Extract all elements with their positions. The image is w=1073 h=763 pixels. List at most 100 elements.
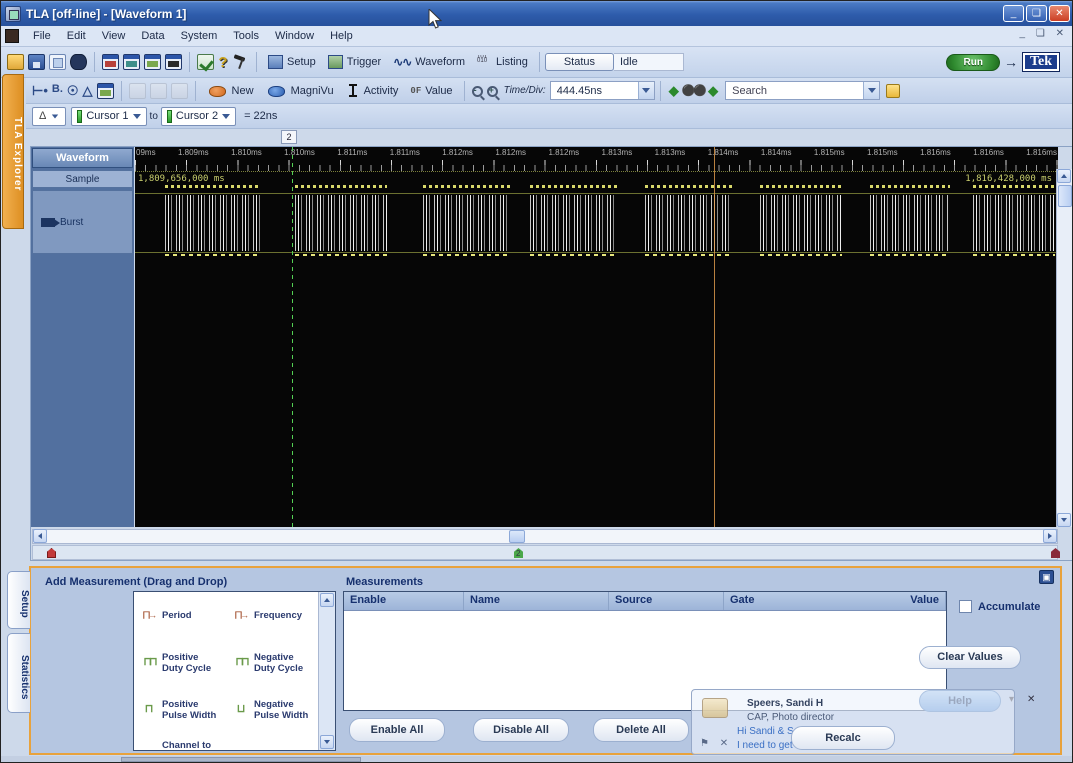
table-column-header[interactable]: Value (904, 592, 946, 610)
bulk-action-button[interactable]: Disable All (473, 718, 569, 742)
waveform-horizontal-scrollbar[interactable] (32, 529, 1058, 544)
panel-collapse-button[interactable]: ▣ (1039, 570, 1054, 584)
paste-icon[interactable] (171, 83, 188, 99)
view-icon[interactable] (70, 54, 87, 70)
end-marker-darkred[interactable] (1051, 548, 1060, 558)
cursor2-dropdown[interactable]: Cursor 2 (161, 107, 236, 126)
panel-drag-bar[interactable] (121, 757, 361, 762)
clear-values-button[interactable]: Clear Values (919, 646, 1021, 669)
scroll-left-button[interactable] (33, 529, 47, 543)
cut-icon[interactable] (129, 83, 146, 99)
child-window-controls[interactable]: _ ❏ ✕ (1020, 28, 1068, 39)
table-column-header[interactable]: Enable (344, 592, 464, 610)
waveform-button[interactable]: ∿∿ Waveform (387, 53, 471, 71)
timediv-combo[interactable]: 444.45ns (550, 81, 655, 100)
bus-expand-icon[interactable] (41, 218, 55, 227)
table-column-header[interactable]: Name (464, 592, 609, 610)
new-button[interactable]: New (201, 82, 260, 99)
accumulate-checkbox[interactable] (959, 600, 972, 613)
save-icon[interactable] (28, 54, 45, 70)
burst-row-label[interactable]: Burst (32, 190, 133, 254)
trigger-window-icon[interactable] (123, 54, 140, 70)
horizontal-scroll-thumb[interactable] (509, 530, 525, 543)
measurement-item[interactable]: Pattern Match (226, 733, 318, 751)
value-button[interactable]: 0F Value (404, 83, 458, 99)
trigger-button[interactable]: Trigger (322, 53, 387, 71)
delta-button[interactable]: Δ (32, 107, 66, 126)
binoculars-icon[interactable]: ⚫⚫ (682, 84, 705, 97)
help-close-icon[interactable]: ✕ (1027, 694, 1035, 705)
marker-strip[interactable]: 2 (32, 545, 1058, 560)
measurement-item[interactable]: PositiveDuty Cycle (134, 639, 226, 686)
zoom-user-icon[interactable]: ☉ (67, 83, 79, 99)
vertical-scroll-thumb[interactable] (1058, 185, 1072, 207)
search-dropdown[interactable] (863, 82, 879, 99)
notification-flag-close-icons[interactable]: ⚑ ✕ (700, 738, 732, 749)
recalc-button[interactable]: Recalc (791, 726, 895, 750)
zoom-out-icon[interactable]: - (472, 86, 483, 97)
list-scrollbar[interactable] (318, 592, 335, 750)
bulk-action-button[interactable]: Delete All (593, 718, 689, 742)
table-column-header[interactable]: Gate (724, 592, 904, 610)
cursor1-line[interactable] (714, 147, 715, 527)
measurement-item[interactable]: Frequency (226, 592, 318, 639)
listing-button[interactable]: 101010 Listing (471, 53, 534, 71)
measurement-item[interactable]: NegativeDuty Cycle (226, 639, 318, 686)
search-combo[interactable]: Search (725, 81, 880, 100)
print-icon[interactable] (49, 54, 66, 70)
scroll-up-button[interactable] (1057, 169, 1071, 183)
waveform-data-area[interactable]: 09ms1.809ms1.810ms1.810ms1.811ms1.811ms1… (135, 147, 1058, 527)
activity-button[interactable]: Activity (340, 81, 405, 101)
measurement-item[interactable]: Period (134, 592, 226, 639)
menu-item[interactable]: Help (322, 27, 361, 45)
menu-item[interactable]: Data (133, 27, 172, 45)
list-scroll-up[interactable] (320, 593, 334, 607)
menu-item[interactable]: Window (267, 27, 322, 45)
close-button[interactable]: ✕ (1049, 5, 1070, 22)
note-icon[interactable] (886, 84, 900, 98)
menu-item[interactable]: File (25, 27, 59, 45)
bulk-action-button[interactable]: Enable All (349, 718, 445, 742)
properties-icon[interactable] (197, 54, 214, 70)
help-icon[interactable]: ? (216, 54, 230, 71)
delta-tool-icon[interactable]: △ (83, 83, 93, 99)
search-prev-icon[interactable]: ◆ (669, 83, 679, 99)
menu-item[interactable]: System (173, 27, 226, 45)
waveform-window-icon[interactable] (144, 54, 161, 70)
setup-window-icon[interactable] (102, 54, 119, 70)
measurement-item[interactable]: NegativePulse Width (226, 686, 318, 733)
top-marker-2[interactable]: 2 (281, 130, 297, 144)
menu-item[interactable]: View (94, 27, 134, 45)
zoom-in-icon[interactable]: + (487, 86, 498, 97)
measurement-listbox[interactable]: Period Frequency PositiveDuty Cycle (133, 591, 336, 751)
table-column-header[interactable]: Source (609, 592, 724, 610)
restore-button[interactable]: ❏ (1026, 5, 1047, 22)
timediv-dropdown[interactable] (638, 82, 654, 99)
tab-statistics[interactable]: Statistics (7, 633, 30, 713)
cursor1-dropdown[interactable]: Cursor 1 (71, 107, 146, 126)
listing-window-icon[interactable] (165, 54, 182, 70)
cursor2-line[interactable] (292, 147, 293, 527)
scroll-right-button[interactable] (1043, 529, 1057, 543)
breakpoint-icon[interactable]: B. (52, 83, 63, 99)
run-button[interactable]: Run (946, 54, 999, 71)
menu-item[interactable]: Tools (225, 27, 267, 45)
list-scroll-down[interactable] (320, 735, 334, 749)
system-icon[interactable]: ⊢• (32, 83, 48, 99)
status-button[interactable]: Status (545, 53, 614, 71)
new-window-icon[interactable] (97, 83, 114, 99)
waveform-panel-label[interactable]: Waveform (32, 148, 133, 168)
minimize-button[interactable]: _ (1003, 5, 1024, 22)
waveform-vertical-scrollbar[interactable] (1056, 169, 1072, 527)
tla-explorer-tab[interactable]: TLA Explorer (2, 74, 24, 229)
menu-item[interactable]: Edit (59, 27, 94, 45)
tab-setup[interactable]: Setup (7, 571, 30, 629)
open-file-icon[interactable] (7, 54, 24, 70)
measurement-item[interactable]: Channel toChannel Delay (134, 733, 226, 751)
trigger-marker-red[interactable] (47, 548, 56, 558)
search-next-icon[interactable]: ◆ (708, 83, 718, 99)
sample-row-label[interactable]: Sample (32, 170, 133, 188)
measurement-item[interactable]: PositivePulse Width (134, 686, 226, 733)
setup-button[interactable]: Setup (262, 53, 322, 71)
magnivu-button[interactable]: MagniVu (260, 82, 340, 99)
